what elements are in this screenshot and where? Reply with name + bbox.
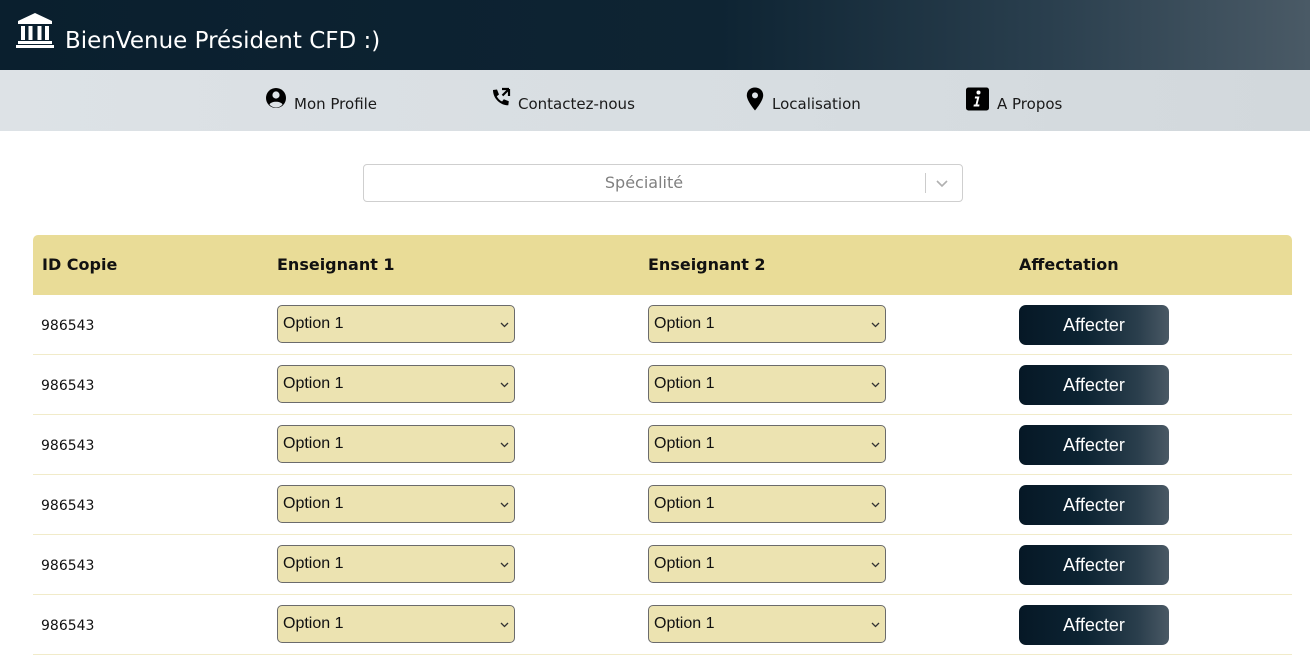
app-header: BienVenue Président CFD :) [0,0,1310,70]
nav-item-mon-profile[interactable]: Mon Profile [265,86,377,114]
nav-label-contactez-nous: Contactez-nous [518,95,635,113]
affectation-table: ID Copie Enseignant 1 Enseignant 2 Affec… [33,235,1292,655]
top-nav: Mon Profile Contactez-nous Localisation … [0,70,1310,131]
nav-label-localisation: Localisation [772,95,861,113]
bank-building-icon [16,13,54,48]
table-row: 986543 Option 1 Option 1 Affecter [33,475,1292,535]
enseignant1-select[interactable]: Option 1 [277,605,515,643]
chevron-down-icon [500,622,509,628]
user-circle-icon [266,88,286,108]
table-row: 986543 Option 1 Option 1 Affecter [33,595,1292,655]
enseignant1-value: Option 1 [283,615,344,632]
chevron-down-icon [871,322,880,328]
id-copie-cell: 986543 [41,558,95,574]
chevron-down-icon [500,322,509,328]
id-copie-cell: 986543 [41,438,95,454]
specialite-placeholder: Spécialité [604,173,684,192]
enseignant2-select[interactable]: Option 1 [648,305,886,343]
affecter-button[interactable]: Affecter [1019,545,1169,585]
chevron-down-icon [871,442,880,448]
nav-item-localisation[interactable]: Localisation [745,86,861,114]
enseignant2-value: Option 1 [654,615,715,632]
table-row: 986543 Option 1 Option 1 Affecter [33,295,1292,355]
nav-label-mon-profile: Mon Profile [294,95,378,113]
map-pin-icon [746,87,764,111]
chevron-down-icon [500,502,509,508]
table-row: 986543 Option 1 Option 1 Affecter [33,355,1292,415]
enseignant2-value: Option 1 [654,435,715,452]
enseignant1-value: Option 1 [283,555,344,572]
enseignant1-value: Option 1 [283,495,344,512]
chevron-down-icon [871,622,880,628]
specialite-select[interactable]: Spécialité [363,164,963,202]
select-divider [925,173,926,193]
enseignant2-value: Option 1 [654,555,715,572]
affecter-button[interactable]: Affecter [1019,305,1169,345]
enseignant2-select[interactable]: Option 1 [648,365,886,403]
chevron-down-icon [871,562,880,568]
affecter-button[interactable]: Affecter [1019,425,1169,465]
enseignant1-select[interactable]: Option 1 [277,305,515,343]
enseignant2-select[interactable]: Option 1 [648,485,886,523]
nav-item-contactez-nous[interactable]: Contactez-nous [490,86,635,114]
affecter-button[interactable]: Affecter [1019,605,1169,645]
chevron-down-icon [500,562,509,568]
id-copie-cell: 986543 [41,498,95,514]
table-header: ID Copie Enseignant 1 Enseignant 2 Affec… [33,235,1292,295]
header-enseignant-1: Enseignant 1 [277,255,395,274]
info-icon [966,87,989,111]
id-copie-cell: 986543 [41,318,95,334]
enseignant1-select[interactable]: Option 1 [277,485,515,523]
chevron-down-icon [871,382,880,388]
nav-label-a-propos: A Propos [997,95,1063,113]
table-row: 986543 Option 1 Option 1 Affecter [33,415,1292,475]
enseignant2-select[interactable]: Option 1 [648,425,886,463]
id-copie-cell: 986543 [41,378,95,394]
enseignant1-value: Option 1 [283,315,344,332]
enseignant1-select[interactable]: Option 1 [277,425,515,463]
enseignant2-value: Option 1 [654,315,715,332]
enseignant2-value: Option 1 [654,495,715,512]
header-affectation: Affectation [1019,255,1119,274]
nav-item-a-propos[interactable]: A Propos [965,86,1062,114]
enseignant1-value: Option 1 [283,375,344,392]
enseignant2-select[interactable]: Option 1 [648,545,886,583]
chevron-down-icon [871,502,880,508]
enseignant2-select[interactable]: Option 1 [648,605,886,643]
enseignant1-value: Option 1 [283,435,344,452]
enseignant1-select[interactable]: Option 1 [277,545,515,583]
affecter-button[interactable]: Affecter [1019,485,1169,525]
affecter-button[interactable]: Affecter [1019,365,1169,405]
page-title: BienVenue Président CFD :) [65,28,381,54]
enseignant1-select[interactable]: Option 1 [277,365,515,403]
chevron-down-icon [500,382,509,388]
chevron-down-icon [500,442,509,448]
id-copie-cell: 986543 [41,618,95,634]
phone-icon [493,87,511,106]
table-row: 986543 Option 1 Option 1 Affecter [33,535,1292,595]
header-enseignant-2: Enseignant 2 [648,255,766,274]
header-id-copie: ID Copie [42,255,118,274]
chevron-down-icon[interactable] [935,176,949,190]
enseignant2-value: Option 1 [654,375,715,392]
